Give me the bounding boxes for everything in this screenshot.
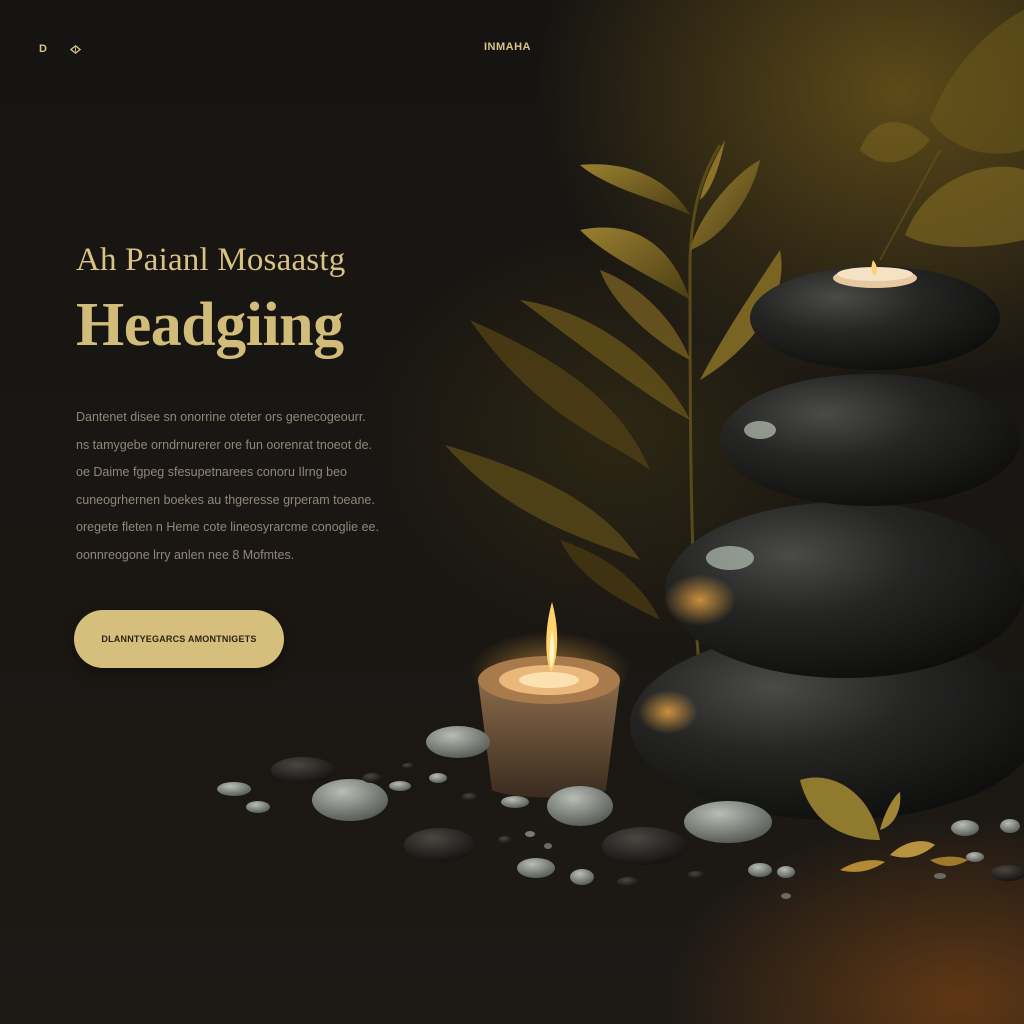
leaf-branch: [445, 140, 782, 681]
description-line: ns tamygebe orndrnurerer ore fun oorenra…: [76, 437, 373, 452]
description-line: oonnreogone lrry anlen nee 8 Mofmtes.: [76, 547, 295, 562]
top-left-nav: D: [36, 42, 82, 56]
description-line: oe Daime fgpeg sfesupetnarees conoru Ilr…: [76, 465, 348, 479]
stone-stack: [630, 260, 1024, 820]
book-appointment-button[interactable]: DLANNTYEGARCS AMONTNIGETS: [74, 610, 284, 668]
description-line: cuneogrhernen boekes au thgeresse grpera…: [76, 492, 375, 507]
background-leaves: [860, 10, 1024, 261]
hero-title: Headgiing: [76, 291, 344, 359]
foreground-leaves: [800, 777, 968, 872]
hero-description: Dantenet disee sn onorrine oteter ors ge…: [76, 406, 406, 571]
leaf-icon[interactable]: [68, 42, 82, 56]
brand-logo[interactable]: INMAHA: [484, 41, 531, 53]
nav-home-link[interactable]: D: [36, 42, 50, 56]
description-line: oregete fleten n Heme cote lineosyrarcme…: [76, 520, 379, 534]
landing-page: D INMAHA Ah Paianl Mosaastg Headgiing Da…: [0, 0, 1024, 1024]
pebbles: [217, 726, 1024, 899]
description-line: Dantenet disee sn onorrine oteter ors ge…: [76, 410, 366, 424]
hero-subtitle: Ah Paianl Mosaastg: [76, 242, 346, 278]
candle: [470, 602, 630, 798]
